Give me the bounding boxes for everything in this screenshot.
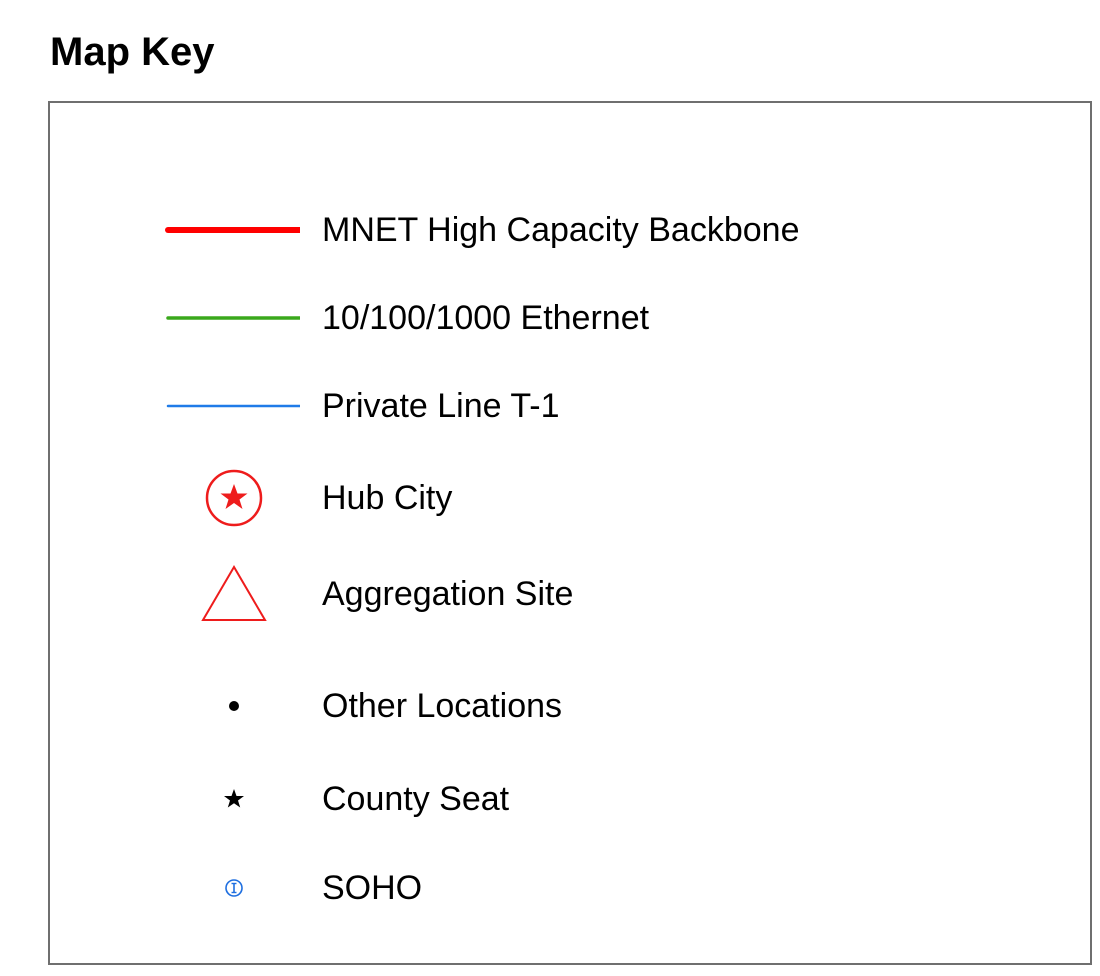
circled-star-icon: [160, 468, 300, 528]
legend-label: Aggregation Site: [322, 575, 574, 613]
legend-label: Hub City: [322, 479, 453, 517]
triangle-outline-icon: [160, 564, 300, 624]
map-key-title: Map Key: [50, 30, 215, 74]
blue-line-icon: [160, 376, 300, 436]
green-line-icon: [160, 288, 300, 348]
legend-label: Other Locations: [322, 687, 563, 725]
legend-label: Private Line T-1: [322, 387, 560, 425]
legend-label: County Seat: [322, 780, 510, 818]
legend-item-other-locations: Other Locations: [50, 676, 1090, 736]
red-thick-line-icon: [160, 200, 300, 260]
legend-item-t1: Private Line T-1: [50, 376, 1090, 436]
legend-item-backbone: MNET High Capacity Backbone: [50, 200, 1090, 260]
legend-item-hub-city: Hub City: [50, 468, 1090, 528]
dot-icon: [160, 676, 300, 736]
soho-icon: [160, 858, 300, 918]
map-key-panel: MNET High Capacity Backbone 10/100/1000 …: [48, 101, 1092, 965]
legend-item-soho: SOHO: [50, 858, 1090, 918]
star-icon: [160, 769, 300, 829]
legend-label: SOHO: [322, 869, 423, 907]
legend-item-ethernet: 10/100/1000 Ethernet: [50, 288, 1090, 348]
legend-item-county-seat: County Seat: [50, 769, 1090, 829]
legend-label: MNET High Capacity Backbone: [322, 211, 800, 249]
legend-label: 10/100/1000 Ethernet: [322, 299, 650, 337]
legend-item-aggregation-site: Aggregation Site: [50, 564, 1090, 624]
